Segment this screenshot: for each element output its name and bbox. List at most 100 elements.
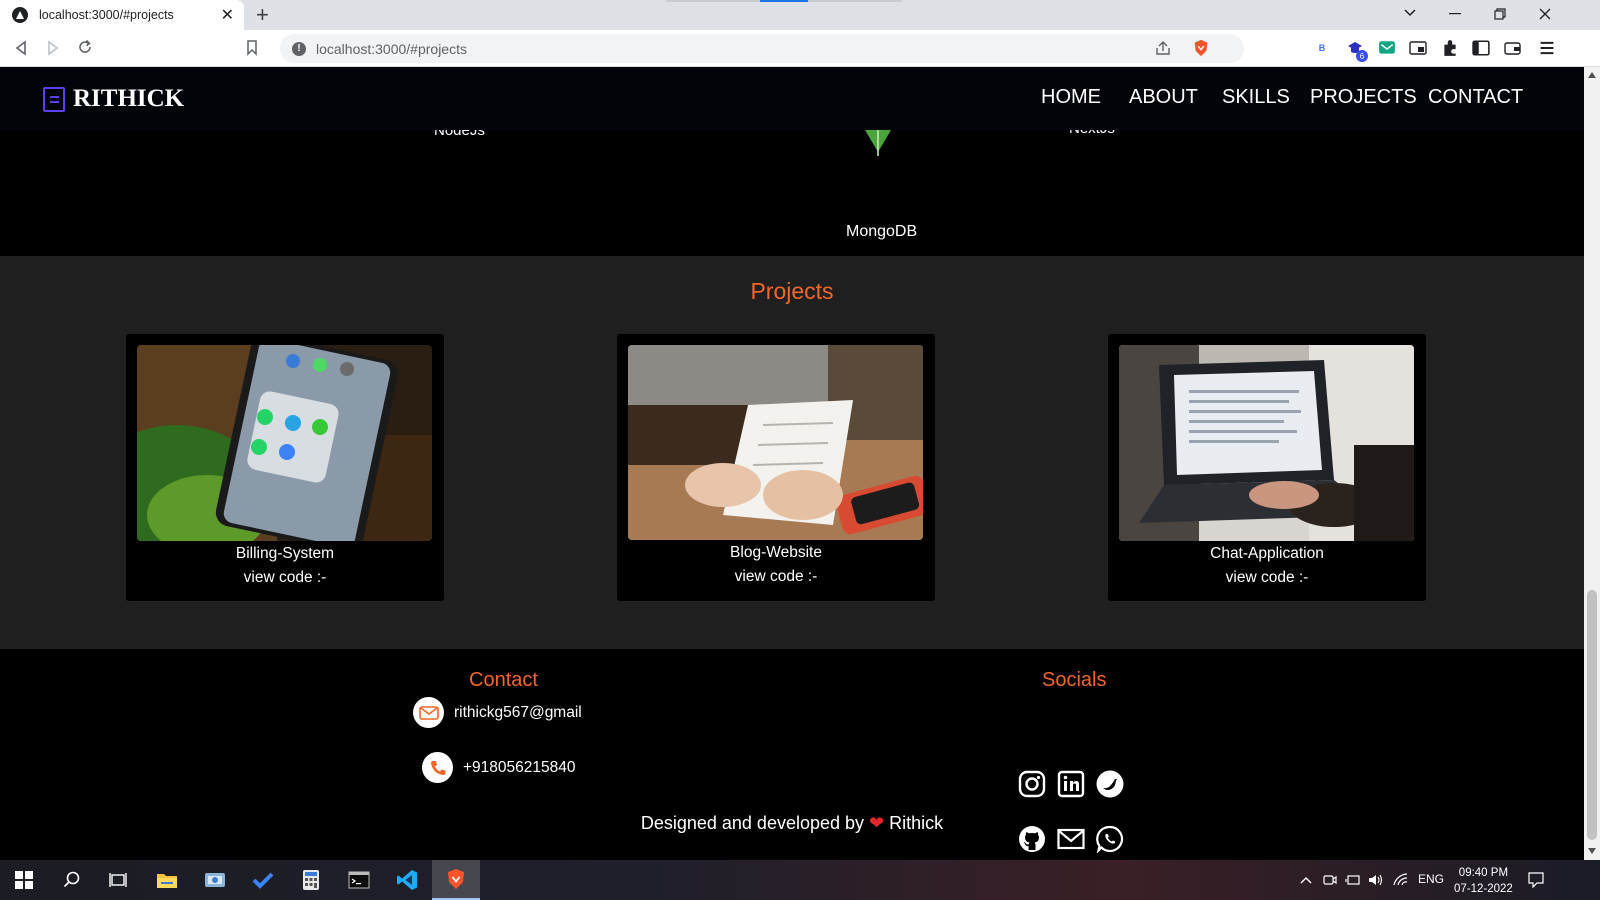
bookmark-icon[interactable]	[246, 40, 258, 56]
skills-section: NodeJs MongoDB NextJs	[0, 120, 1584, 256]
site-navbar: RITHICK HOME ABOUT SKILLS PROJECTS CONTA…	[0, 67, 1584, 130]
project-card-chat[interactable]: Chat-Application view code :-	[1108, 334, 1426, 601]
tab-title: localhost:3000/#projects	[39, 8, 174, 22]
nav-projects[interactable]: PROJECTS	[1310, 86, 1417, 109]
todo-check-icon	[252, 872, 274, 889]
project-link-billing[interactable]: view code :-	[126, 569, 444, 587]
favicon-icon	[12, 7, 28, 23]
nav-skills[interactable]: SKILLS	[1222, 86, 1290, 109]
email-text[interactable]: rithickg567@gmail	[454, 704, 582, 722]
browser-toolbar: ! localhost:3000/#projects B 6	[0, 30, 1600, 67]
picture-in-picture-icon[interactable]	[1409, 39, 1427, 57]
url-text[interactable]: localhost:3000/#projects	[316, 41, 467, 57]
project-image-chat[interactable]	[1119, 345, 1414, 541]
phone-icon	[422, 752, 453, 783]
instagram-icon[interactable]	[1018, 770, 1046, 798]
wallet-icon[interactable]	[1504, 39, 1522, 57]
logo-text: RITHICK	[73, 85, 185, 112]
project-title-billing: Billing-System	[235, 545, 335, 562]
extension-b-icon[interactable]: B	[1313, 39, 1331, 57]
tab-search-icon[interactable]	[1403, 8, 1417, 18]
back-icon[interactable]	[14, 40, 28, 56]
nav-about[interactable]: ABOUT	[1129, 86, 1198, 109]
task-view-button[interactable]	[94, 860, 142, 900]
system-clock[interactable]: 09:40 PM 07-12-2022	[1454, 865, 1513, 897]
email-icon	[413, 697, 444, 728]
project-link-blog[interactable]: view code :-	[617, 568, 935, 586]
menu-icon[interactable]	[1538, 39, 1556, 57]
scrollbar-thumb[interactable]	[1587, 590, 1597, 840]
site-logo[interactable]: RITHICK	[43, 85, 184, 113]
browser-tab[interactable]: localhost:3000/#projects ✕	[0, 0, 244, 30]
socials-heading: Socials	[1042, 669, 1107, 691]
forward-icon[interactable]	[46, 40, 60, 56]
mongodb-icon	[865, 130, 891, 156]
taskbar-vscode[interactable]	[383, 860, 431, 900]
windows-taskbar: ENG 09:40 PM 07-12-2022	[0, 860, 1600, 900]
site-info-icon[interactable]: !	[292, 41, 306, 56]
linkedin-icon[interactable]	[1057, 770, 1085, 798]
twitter-icon[interactable]	[1096, 770, 1124, 798]
start-button[interactable]	[0, 860, 48, 900]
new-tab-button[interactable]: +	[256, 3, 269, 27]
clock-time: 09:40 PM	[1458, 867, 1509, 879]
page-scrollbar[interactable]	[1584, 67, 1600, 860]
reload-icon[interactable]	[77, 39, 93, 55]
project-card-blog[interactable]: Blog-Website view code :-	[617, 334, 935, 601]
taskbar-brave[interactable]	[432, 860, 480, 900]
brave-shield-icon[interactable]	[1192, 39, 1210, 57]
restore-icon[interactable]	[1494, 8, 1506, 20]
browser-tab-bar: localhost:3000/#projects ✕ +	[0, 0, 1600, 30]
project-image-blog[interactable]	[628, 345, 923, 540]
share-icon[interactable]	[1154, 39, 1172, 57]
nav-home[interactable]: HOME	[1041, 86, 1101, 109]
wifi-icon[interactable]	[1393, 873, 1409, 887]
tray-chevron-icon[interactable]	[1299, 875, 1313, 885]
clock-date: 07-12-2022	[1454, 883, 1513, 895]
footer-credit: Designed and developed by ❤ Rithick	[0, 813, 1584, 834]
notification-icon[interactable]	[1528, 872, 1544, 888]
phone-text[interactable]: +918056215840	[463, 759, 576, 777]
project-link-chat[interactable]: view code :-	[1108, 569, 1426, 587]
credit-name: Rithick	[889, 813, 944, 833]
project-image-billing[interactable]	[137, 345, 432, 541]
language-indicator[interactable]: ENG	[1418, 872, 1444, 886]
taskbar-calculator[interactable]	[287, 860, 335, 900]
window-close-icon[interactable]	[1539, 8, 1551, 20]
sidebar-icon[interactable]	[1472, 39, 1490, 57]
footer: Contact rithickg567@gmail +918056215840 …	[0, 649, 1584, 860]
heart-icon: ❤	[869, 813, 885, 833]
scroll-down-icon[interactable]	[1588, 848, 1596, 854]
brave-icon	[448, 869, 464, 889]
control-panel-icon	[205, 873, 225, 887]
taskbar-terminal[interactable]	[335, 860, 383, 900]
folder-icon	[157, 874, 177, 888]
project-card-billing[interactable]: Billing-System view code :-	[126, 334, 444, 601]
extension-mail-icon[interactable]	[1378, 39, 1396, 57]
terminal-icon	[348, 871, 370, 889]
calculator-icon	[303, 870, 319, 890]
search-icon	[63, 871, 80, 888]
extensions-puzzle-icon[interactable]	[1441, 39, 1459, 57]
taskbar-file-explorer[interactable]	[143, 860, 191, 900]
credit-prefix: Designed and developed by	[640, 813, 865, 833]
task-view-icon	[109, 873, 127, 887]
address-bar[interactable]: ! localhost:3000/#projects	[280, 34, 1244, 63]
volume-icon[interactable]	[1368, 873, 1384, 887]
contact-phone[interactable]: +918056215840	[422, 752, 576, 783]
tab-close-icon[interactable]: ✕	[221, 5, 234, 25]
tray-meet-icon[interactable]	[1323, 873, 1337, 887]
contact-email[interactable]: rithickg567@gmail	[413, 697, 582, 728]
project-title-chat: Chat-Application	[1210, 545, 1324, 562]
minimize-icon[interactable]	[1449, 13, 1461, 15]
taskbar-search[interactable]	[48, 860, 96, 900]
scroll-up-icon[interactable]	[1588, 72, 1596, 78]
taskbar-todo[interactable]	[239, 860, 287, 900]
logo-icon	[43, 86, 65, 112]
nav-contact[interactable]: CONTACT	[1428, 86, 1523, 109]
page-viewport: RITHICK HOME ABOUT SKILLS PROJECTS CONTA…	[0, 67, 1584, 860]
vscode-icon	[397, 870, 417, 890]
tab-strip-highlight	[760, 0, 808, 2]
tray-network-icon[interactable]	[1345, 873, 1361, 887]
taskbar-app-2[interactable]	[191, 860, 239, 900]
